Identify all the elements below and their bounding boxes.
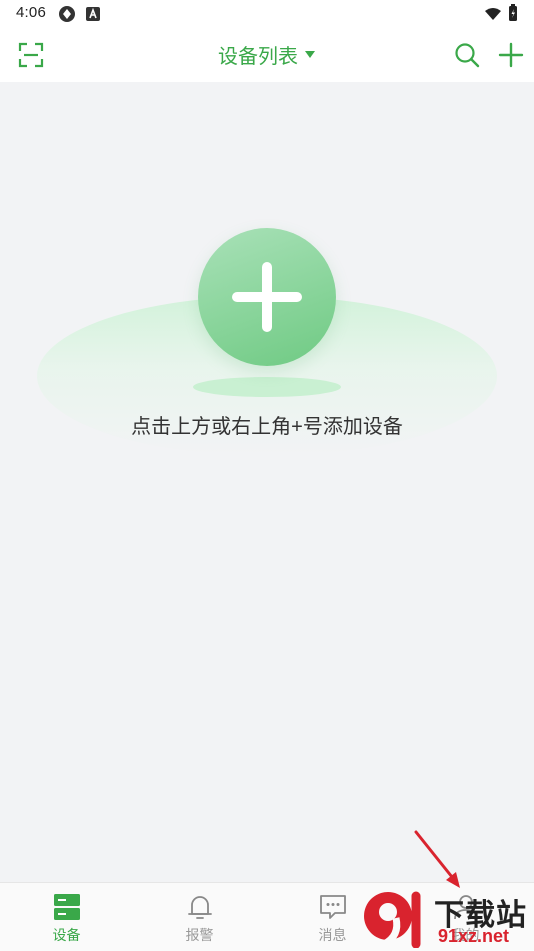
battery-icon — [509, 4, 517, 21]
device-icon — [53, 894, 80, 920]
status-bar: 4:06 — [0, 0, 534, 28]
search-icon[interactable] — [452, 40, 482, 70]
keyboard-a-icon — [86, 7, 100, 21]
device-list-empty — [0, 82, 534, 882]
caret-down-icon — [305, 50, 315, 58]
empty-state-shadow — [193, 377, 341, 397]
app-header: 设备列表 — [0, 28, 534, 82]
add-icon[interactable] — [496, 40, 526, 70]
tab-alarm[interactable]: 报警 — [133, 883, 266, 951]
add-device-button[interactable] — [198, 228, 336, 366]
tab-device-label: 设备 — [52, 927, 81, 943]
watermark-url: 91xz.net — [438, 926, 510, 946]
app-notification-icon — [59, 6, 75, 22]
watermark: 下载站 91xz.net — [360, 890, 530, 948]
page-title: 设备列表 — [218, 46, 298, 68]
empty-state-hint: 点击上方或右上角+号添加设备 — [131, 416, 403, 438]
status-time: 4:06 — [16, 4, 46, 21]
bell-icon — [187, 896, 212, 919]
tab-alarm-label: 报警 — [185, 927, 214, 943]
pointer-arrow-icon — [414, 830, 460, 888]
wifi-icon — [485, 8, 501, 20]
watermark-logo — [364, 891, 421, 948]
message-icon — [319, 895, 346, 919]
tab-device[interactable]: 设备 — [0, 883, 133, 951]
